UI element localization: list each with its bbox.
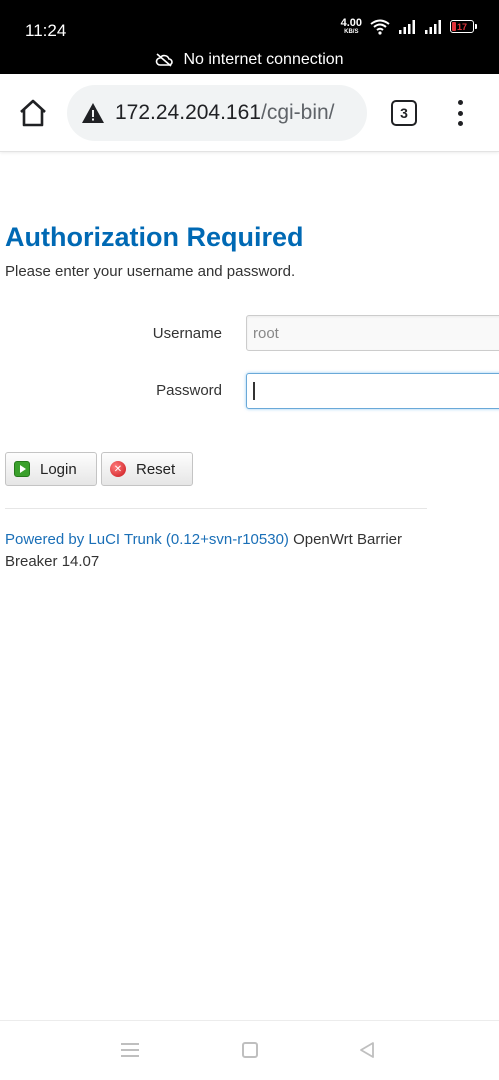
recent-apps-icon[interactable] bbox=[121, 1043, 139, 1057]
status-bar: 11:24 4.00 KB/S 17 bbox=[0, 0, 499, 46]
more-vert-icon[interactable] bbox=[450, 98, 470, 128]
text-cursor bbox=[253, 382, 255, 400]
reset-button[interactable]: ✕ Reset bbox=[101, 452, 193, 486]
login-icon bbox=[14, 461, 30, 477]
back-icon[interactable] bbox=[358, 1041, 376, 1059]
battery-icon: 17 bbox=[450, 20, 477, 33]
password-input[interactable] bbox=[246, 373, 499, 409]
browser-toolbar: 172.24.204.161/cgi-bin/ 3 bbox=[0, 74, 499, 152]
luci-link[interactable]: Powered by LuCI Trunk (0.12+svn-r10530) bbox=[5, 531, 289, 548]
divider bbox=[5, 508, 427, 509]
reset-icon: ✕ bbox=[110, 461, 126, 477]
page-title: Authorization Required bbox=[5, 222, 304, 252]
cloud-off-icon bbox=[156, 53, 174, 67]
status-time: 11:24 bbox=[25, 21, 67, 40]
signal-icon bbox=[425, 19, 441, 34]
battery-level: 17 bbox=[456, 21, 467, 32]
tab-switcher-icon[interactable]: 3 bbox=[391, 100, 417, 126]
connection-banner: No internet connection bbox=[0, 46, 499, 74]
password-label: Password bbox=[156, 382, 222, 399]
speed-unit: KB/S bbox=[344, 29, 359, 35]
home-icon[interactable] bbox=[16, 96, 50, 130]
status-icons: 4.00 KB/S 17 bbox=[340, 17, 477, 36]
username-label: Username bbox=[152, 325, 222, 342]
wifi-icon bbox=[370, 19, 390, 35]
login-button-label: Login bbox=[40, 460, 77, 478]
home-nav-icon[interactable] bbox=[242, 1042, 258, 1058]
url-host: 172.24.204.161 bbox=[115, 101, 261, 124]
signal-icon bbox=[399, 19, 415, 34]
url-text[interactable]: 172.24.204.161/cgi-bin/ bbox=[115, 101, 335, 125]
connection-banner-text: No internet connection bbox=[183, 51, 344, 68]
reset-button-label: Reset bbox=[136, 460, 176, 478]
address-bar[interactable]: 172.24.204.161/cgi-bin/ bbox=[67, 85, 367, 141]
username-input[interactable] bbox=[246, 315, 499, 351]
login-button[interactable]: Login bbox=[5, 452, 97, 486]
navigation-bar bbox=[0, 1020, 499, 1080]
footer: Powered by LuCI Trunk (0.12+svn-r10530) … bbox=[5, 529, 425, 573]
tab-count: 3 bbox=[400, 105, 408, 121]
page-description: Please enter your username and password. bbox=[5, 263, 296, 280]
speed-value: 4.00 bbox=[340, 17, 362, 29]
network-speed: 4.00 KB/S bbox=[340, 17, 362, 36]
warning-icon[interactable] bbox=[81, 102, 105, 124]
url-path: /cgi-bin/ bbox=[260, 101, 335, 124]
